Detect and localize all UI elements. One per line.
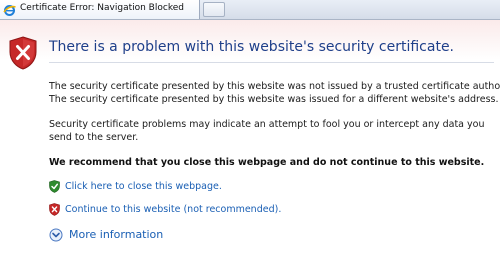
error-shield-icon xyxy=(8,36,38,70)
divider xyxy=(49,62,494,63)
continue-to-website-label: Continue to this website (not recommende… xyxy=(65,204,282,215)
more-information-label: More information xyxy=(69,228,164,241)
tab-title: Certificate Error: Navigation Blocked xyxy=(20,3,184,13)
reason-untrusted-authority: The security certificate presented by th… xyxy=(49,81,500,92)
chevron-down-circle-icon xyxy=(49,228,63,242)
tab-bar: Certificate Error: Navigation Blocked xyxy=(0,0,500,20)
page-title: There is a problem with this website's s… xyxy=(49,39,455,55)
close-webpage-label: Click here to close this webpage. xyxy=(65,181,222,192)
more-information-toggle[interactable]: More information xyxy=(49,227,169,243)
warning-shield-icon xyxy=(49,203,60,216)
continue-to-website-link[interactable]: Continue to this website (not recommende… xyxy=(49,203,281,217)
tab-certificate-error[interactable]: Certificate Error: Navigation Blocked xyxy=(0,0,200,19)
new-tab-button[interactable] xyxy=(203,2,225,17)
ie-logo-icon xyxy=(3,2,16,16)
close-webpage-link[interactable]: Click here to close this webpage. xyxy=(49,180,222,194)
reason-address-mismatch: The security certificate presented by th… xyxy=(49,94,499,105)
safe-shield-icon xyxy=(49,180,60,193)
recommendation-text: We recommend that you close this webpage… xyxy=(49,157,485,168)
error-page: There is a problem with this website's s… xyxy=(0,20,500,257)
security-warning-text: Security certificate problems may indica… xyxy=(49,119,485,143)
